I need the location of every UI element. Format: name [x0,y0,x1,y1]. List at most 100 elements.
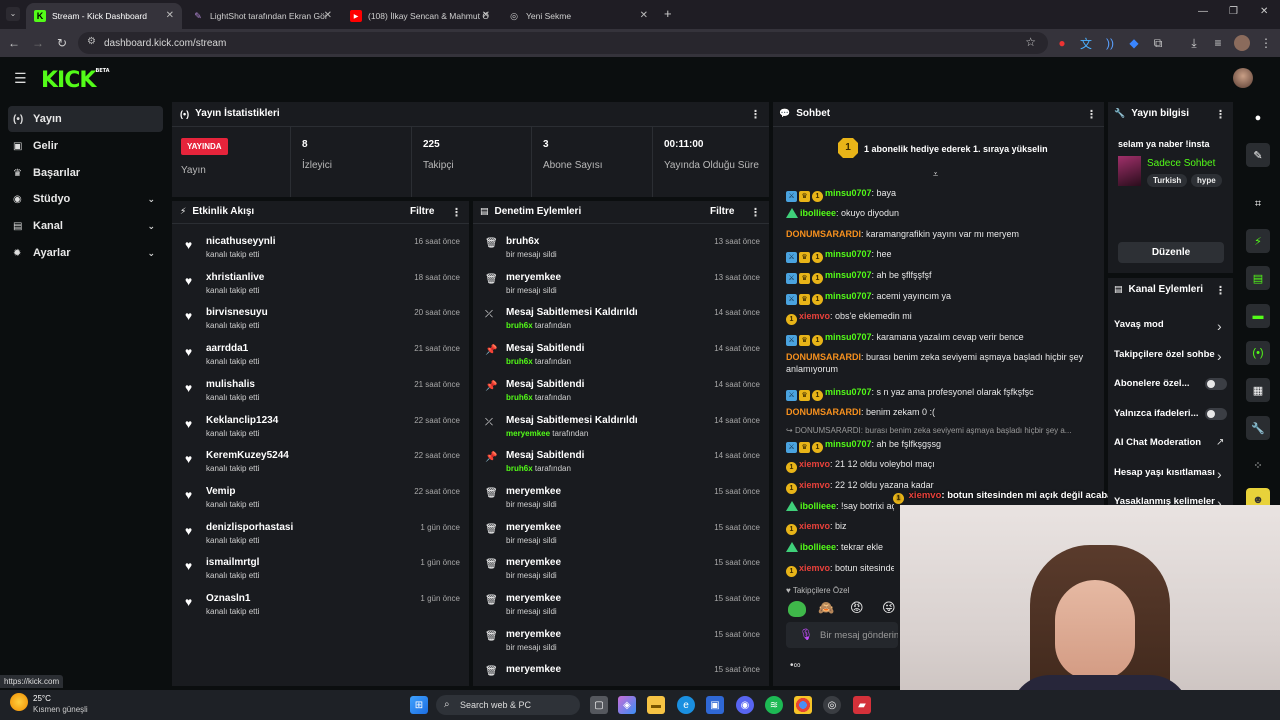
browser-menu-icon[interactable]: ⋮ [1258,35,1274,51]
audio-extension-icon[interactable]: )) [1102,35,1118,51]
emote-green[interactable] [788,601,806,617]
toggle-switch[interactable] [1205,407,1227,420]
pin-collapse-icon[interactable]: ⩡ [933,169,938,180]
moderator-name[interactable]: bruh6x [506,464,533,473]
chat-username[interactable]: DONUMSARARDI [786,407,861,417]
task-view-icon[interactable]: ▢ [590,696,608,714]
external-link-icon[interactable]: ↗ [1216,437,1224,448]
reload-icon[interactable]: ↻ [54,35,70,51]
activity-username[interactable]: denizlisporhastasi [206,522,293,533]
chat-username[interactable]: minsu0707 [825,249,872,259]
hamburger-menu-icon[interactable]: ☰ [14,70,27,87]
chat-username[interactable]: xiemvo [799,521,830,531]
toggle-switch[interactable] [1205,378,1227,390]
chat-username[interactable]: DONUMSARARDI [786,229,861,239]
close-icon[interactable]: ✕ [482,10,490,21]
chat-menu-icon[interactable]: ⋮ [1086,108,1097,121]
moderator-name[interactable]: meryemkee [506,429,550,438]
back-icon[interactable]: ← [6,35,22,51]
activity-username[interactable]: mulishalis [206,379,255,390]
spotify-icon[interactable]: ≋ [765,696,783,714]
channel-actions-menu-icon[interactable]: ⋮ [1215,284,1226,297]
wrench-icon[interactable]: 🔧 [1246,416,1270,440]
profile-avatar[interactable] [1234,35,1250,51]
activity-username[interactable]: xhristianlive [206,272,264,283]
close-icon[interactable]: ✕ [640,10,648,21]
document-icon[interactable]: ▤ [1246,266,1270,290]
sidebar-item-gelir[interactable]: ▣ Gelir [8,133,163,159]
user-avatar[interactable] [1233,68,1253,88]
close-icon[interactable]: ✕ [324,10,332,21]
chat-username[interactable]: xiemvo [799,459,830,469]
chevron-right-icon[interactable]: › [1217,348,1222,364]
sidebar-item-ayarlar[interactable]: ✹ Ayarlar ⌄ [8,240,163,266]
file-explorer-icon[interactable]: ▬ [647,696,665,714]
address-bar[interactable]: ⚙ dashboard.kick.com/stream ☆ [78,32,1048,54]
tab-youtube[interactable]: ▶ (108) İlkay Sencan & Mahmut Ö ✕ [342,3,498,29]
kick-logo[interactable]: KICKBETA [41,68,110,93]
sidebar-item-studyo[interactable]: ◉ Stüdyo ⌄ [8,186,163,212]
lightning-icon[interactable]: ⚡ [1246,229,1270,253]
tab-kick-dashboard[interactable]: K Stream - Kick Dashboard ✕ [26,3,182,29]
store-icon[interactable]: ▣ [706,696,724,714]
channel-action-label[interactable]: Yalnızca ifadeleri... [1114,408,1218,419]
channel-action-label[interactable]: Hesap yaşı kısıtlaması [1114,467,1218,478]
playlist-icon[interactable]: ≡ [1210,35,1226,51]
moderation-filter-button[interactable]: Filtre [710,206,734,217]
activity-username[interactable]: KeremKuzey5244 [206,450,289,461]
site-info-icon[interactable]: ⚙ [87,36,96,47]
app-red-icon[interactable]: ▰ [853,696,871,714]
chat-username[interactable]: minsu0707 [825,387,872,397]
chat-bubble-icon[interactable]: ▬ [1246,304,1270,328]
activity-username[interactable]: ismailmrtgl [206,557,259,568]
chat-username[interactable]: ibollieee [800,501,836,511]
maximize-icon[interactable]: ❐ [1229,6,1238,17]
extension-red-icon[interactable]: ● [1054,35,1070,51]
emote-angry[interactable]: 😡 [850,600,864,616]
moderator-name[interactable]: bruh6x [506,393,533,402]
obs-icon[interactable]: ◎ [823,696,841,714]
edit-stream-button[interactable]: Düzenle [1118,242,1224,263]
chat-username[interactable]: xiemvo [799,563,830,573]
emote-yellow[interactable]: 😜 [882,600,896,616]
channel-action-label[interactable]: Abonelere özel... [1114,378,1218,389]
moderator-name[interactable]: bruh6x [506,321,533,330]
chat-username[interactable]: minsu0707 [825,439,872,449]
chat-username[interactable]: minsu0707 [825,291,872,301]
chevron-right-icon[interactable]: › [1217,318,1222,334]
extensions-icon[interactable]: ⧉ [1150,35,1166,51]
stream-info-menu-icon[interactable]: ⋮ [1215,108,1226,121]
activity-username[interactable]: birvisnesuyu [206,307,268,318]
activity-username[interactable]: Oznasln1 [206,593,250,604]
crop-icon[interactable]: ⌗ [1246,192,1270,216]
moderator-name[interactable]: bruh6x [506,357,533,366]
close-window-icon[interactable]: ✕ [1260,6,1268,17]
weather-icon[interactable] [10,693,28,711]
chat-message-input[interactable]: 🎙 Bir mesaj gönderin [786,622,898,648]
chat-username[interactable]: DONUMSARARDI [786,352,861,362]
layout-icon[interactable]: ▦ [1246,378,1270,402]
pencil-icon[interactable]: ✎ [1246,143,1270,167]
chat-username[interactable]: ibollieee [800,208,836,218]
chat-username[interactable]: xiemvo [799,311,830,321]
chat-settings-icon[interactable]: •∞ [790,660,801,671]
channel-action-label[interactable]: Takipçilere özel sohbe [1114,349,1218,360]
copilot-icon[interactable]: ◈ [618,696,636,714]
new-tab-icon[interactable]: + [664,6,672,21]
category-name[interactable]: Sadece Sohbet [1147,158,1215,169]
edge-icon[interactable]: e [677,696,695,714]
chat-username[interactable]: minsu0707 [825,270,872,280]
chat-username[interactable]: minsu0707 [825,332,872,342]
emote-face[interactable]: 🙈 [818,600,834,616]
chrome-icon[interactable] [794,696,812,714]
activity-username[interactable]: nicathuseyynli [206,236,275,247]
translate-icon[interactable]: 文 [1078,35,1094,51]
moderation-menu-icon[interactable]: ⋮ [750,206,761,219]
tab-lightshot[interactable]: ✎ LightShot tarafından Ekran Gör ✕ [184,3,340,29]
tab-list-icon[interactable]: ⌄ [6,7,20,21]
sidebar-item-kanal[interactable]: ▤ Kanal ⌄ [8,213,163,239]
activity-filter-button[interactable]: Filtre [410,206,434,217]
vpn-icon[interactable]: ◆ [1126,35,1142,51]
windows-start-icon[interactable]: ⊞ [410,696,428,714]
chevron-right-icon[interactable]: › [1217,466,1222,482]
